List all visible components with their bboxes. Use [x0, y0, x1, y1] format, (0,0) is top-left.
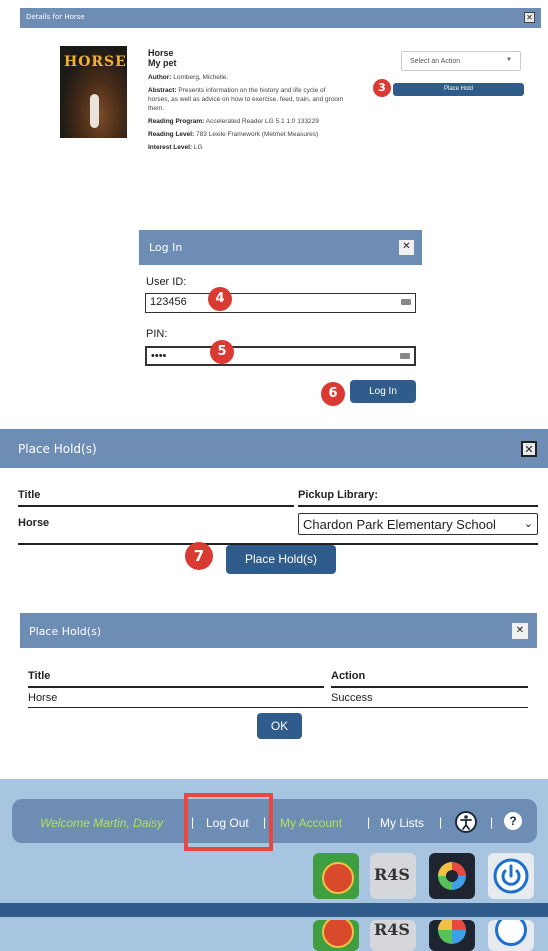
nav-separator: |: [490, 815, 494, 829]
r4s-app-icon[interactable]: R4S: [370, 853, 416, 899]
close-icon[interactable]: ✕: [524, 12, 535, 23]
abstract-line: Abstract: Presents information on the hi…: [148, 87, 344, 112]
r4s-app-icon: R4S: [370, 920, 416, 951]
book-subtitle: My pet: [148, 58, 177, 68]
power-icon[interactable]: [488, 853, 534, 899]
chevron-down-icon: ⌄: [523, 518, 533, 530]
destiny-app-icon: [313, 920, 359, 951]
place-holds-button[interactable]: Place Hold(s): [226, 545, 336, 574]
book-cover: HORSE: [60, 46, 127, 138]
reading-level-line: Reading Level: 783 Lexile Framework (Met…: [148, 131, 319, 138]
place-hold-button[interactable]: Place Hold: [393, 83, 524, 96]
header-rule: [298, 505, 538, 507]
my-account-link[interactable]: My Account: [280, 816, 342, 830]
user-id-label: User ID:: [146, 276, 187, 288]
step-5-badge: 5: [210, 340, 234, 364]
login-button[interactable]: Log In: [350, 380, 416, 403]
result-title-bar: Place Hold(s) ✕: [20, 613, 537, 648]
ok-button[interactable]: OK: [257, 713, 302, 739]
place-holds-title-bar: Place Hold(s) ✕: [0, 429, 548, 468]
pickup-library-select[interactable]: Chardon Park Elementary School ⌄: [298, 513, 538, 535]
result-row-title: Horse: [28, 692, 58, 704]
discover-app-icon[interactable]: [429, 853, 475, 899]
row-title: Horse: [18, 517, 50, 529]
reading-program-line: Reading Program: Accelerated Reader LG 5…: [148, 118, 319, 125]
author-line: Author: Lomberg, Michelle.: [148, 74, 229, 81]
nav-separator: |: [439, 815, 443, 829]
chevron-down-icon: ▼: [506, 57, 512, 63]
pin-field[interactable]: ••••: [145, 346, 416, 366]
pickup-library-value: Chardon Park Elementary School: [303, 517, 496, 532]
discover-app-icon: [429, 920, 475, 951]
nav-separator: |: [263, 815, 267, 829]
details-window-title: Details for Horse: [26, 13, 85, 21]
blue-divider-bar: [0, 903, 548, 917]
result-header-rule: [28, 686, 324, 688]
close-icon[interactable]: ✕: [512, 623, 528, 639]
pin-label: PIN:: [146, 328, 168, 340]
destiny-app-icon[interactable]: [313, 853, 359, 899]
details-title-bar: Details for Horse ✕: [20, 8, 541, 28]
nav-separator: |: [367, 815, 371, 829]
power-icon: [488, 920, 534, 951]
user-id-field[interactable]: 123456: [145, 293, 416, 313]
col-header-title: Title: [18, 489, 41, 501]
accessibility-icon[interactable]: [455, 811, 477, 833]
step-6-badge: 6: [321, 382, 345, 406]
result-row-action: Success: [331, 692, 373, 704]
keyboard-icon: [400, 353, 410, 359]
result-header-rule: [331, 686, 528, 688]
welcome-text: Welcome Martin, Daisy: [40, 816, 164, 830]
logout-link[interactable]: Log Out: [206, 816, 249, 830]
keyboard-icon: [401, 299, 411, 305]
interest-level-line: Interest Level: LG: [148, 144, 203, 151]
book-cover-title: HORSE: [64, 54, 127, 70]
book-title: Horse: [148, 48, 174, 58]
login-title: Log In: [149, 241, 183, 254]
action-select-value: Select an Action: [410, 58, 461, 65]
close-icon[interactable]: ✕: [521, 441, 537, 457]
result-col-title: Title: [28, 670, 51, 682]
col-header-pickup: Pickup Library:: [298, 489, 379, 501]
result-row-rule: [28, 707, 528, 708]
header-rule: [18, 505, 294, 507]
help-icon[interactable]: ?: [504, 812, 522, 830]
place-holds-title: Place Hold(s): [18, 442, 97, 456]
result-title: Place Hold(s): [29, 625, 102, 638]
step-7-badge: 7: [185, 542, 213, 570]
step-4-badge: 4: [208, 287, 232, 311]
login-title-bar: Log In ✕: [139, 230, 422, 265]
close-icon[interactable]: ✕: [399, 240, 414, 255]
my-lists-link[interactable]: My Lists: [380, 816, 424, 830]
step-3-badge: 3: [373, 79, 391, 97]
result-col-action: Action: [331, 670, 366, 682]
action-select[interactable]: Select an Action ▼: [401, 51, 521, 71]
